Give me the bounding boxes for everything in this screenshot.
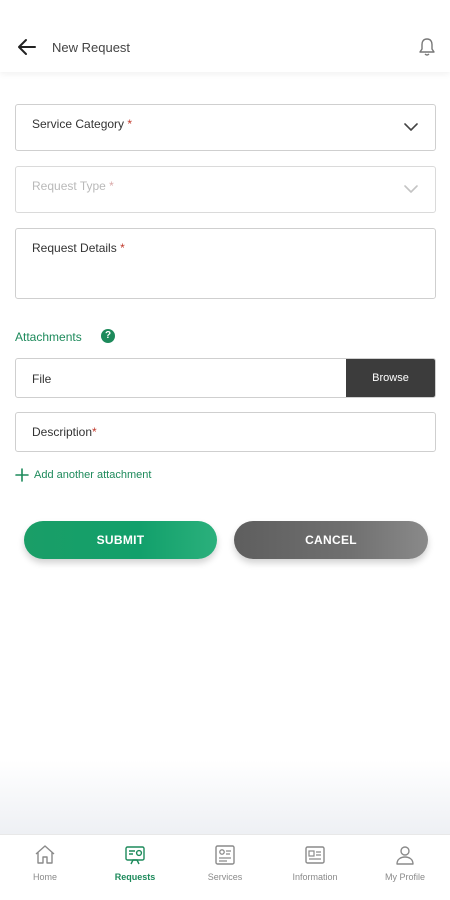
request-details-textarea[interactable]: Request Details * <box>15 228 436 299</box>
description-label-text: Description <box>32 425 93 439</box>
bottom-tab-bar: Home Requests Services Information My Pr… <box>0 834 450 900</box>
required-marker: * <box>109 179 114 193</box>
file-label: File <box>32 372 52 386</box>
page-title: New Request <box>52 40 131 55</box>
request-details-label: Request Details * <box>32 241 125 255</box>
help-icon[interactable]: ? <box>101 329 115 343</box>
request-details-label-text: Request Details <box>32 241 117 255</box>
home-icon <box>35 845 55 864</box>
submit-button[interactable]: SUBMIT <box>24 521 217 559</box>
request-type-label-text: Request Type <box>32 179 106 193</box>
file-picker[interactable]: File Browse <box>15 358 436 398</box>
add-attachment-label: Add another attachment <box>34 469 152 481</box>
cancel-button[interactable]: CANCEL <box>234 521 428 559</box>
tab-my-profile-label: My Profile <box>384 872 425 882</box>
profile-icon <box>396 846 414 865</box>
service-category-label: Service Category * <box>32 117 132 131</box>
required-marker: * <box>92 425 97 439</box>
services-icon <box>215 845 235 865</box>
request-type-select[interactable]: Request Type * <box>15 166 436 213</box>
tab-information-label: Information <box>292 872 338 882</box>
add-attachment-link[interactable]: Add another attachment <box>15 466 151 484</box>
arrow-left-icon <box>18 39 36 55</box>
tab-home-label: Home <box>32 872 57 882</box>
description-input[interactable]: Description* <box>15 412 436 452</box>
tab-services-label: Services <box>207 872 243 882</box>
tab-home[interactable]: Home <box>0 835 90 900</box>
chevron-down-icon <box>404 185 418 193</box>
information-icon <box>305 846 325 864</box>
requests-icon <box>125 846 145 865</box>
service-category-select[interactable]: Service Category * <box>15 104 436 151</box>
content-fade <box>0 760 450 834</box>
tab-information[interactable]: Information <box>270 835 360 900</box>
tab-services[interactable]: Services <box>180 835 270 900</box>
attachments-title: Attachments <box>15 330 82 344</box>
service-category-label-text: Service Category <box>32 117 125 131</box>
tab-my-profile[interactable]: My Profile <box>360 835 450 900</box>
tab-requests[interactable]: Requests <box>90 835 180 900</box>
top-app-bar: New Request <box>0 0 450 72</box>
bell-icon <box>419 38 435 56</box>
chevron-down-icon <box>404 123 418 131</box>
request-type-label: Request Type * <box>32 179 114 193</box>
description-label: Description* <box>32 425 97 439</box>
required-marker: * <box>120 241 125 255</box>
notifications-button[interactable] <box>416 36 438 58</box>
back-button[interactable] <box>16 36 38 58</box>
required-marker: * <box>127 117 133 131</box>
plus-icon <box>15 468 29 482</box>
tab-requests-label: Requests <box>114 872 156 882</box>
browse-button[interactable]: Browse <box>346 359 435 397</box>
